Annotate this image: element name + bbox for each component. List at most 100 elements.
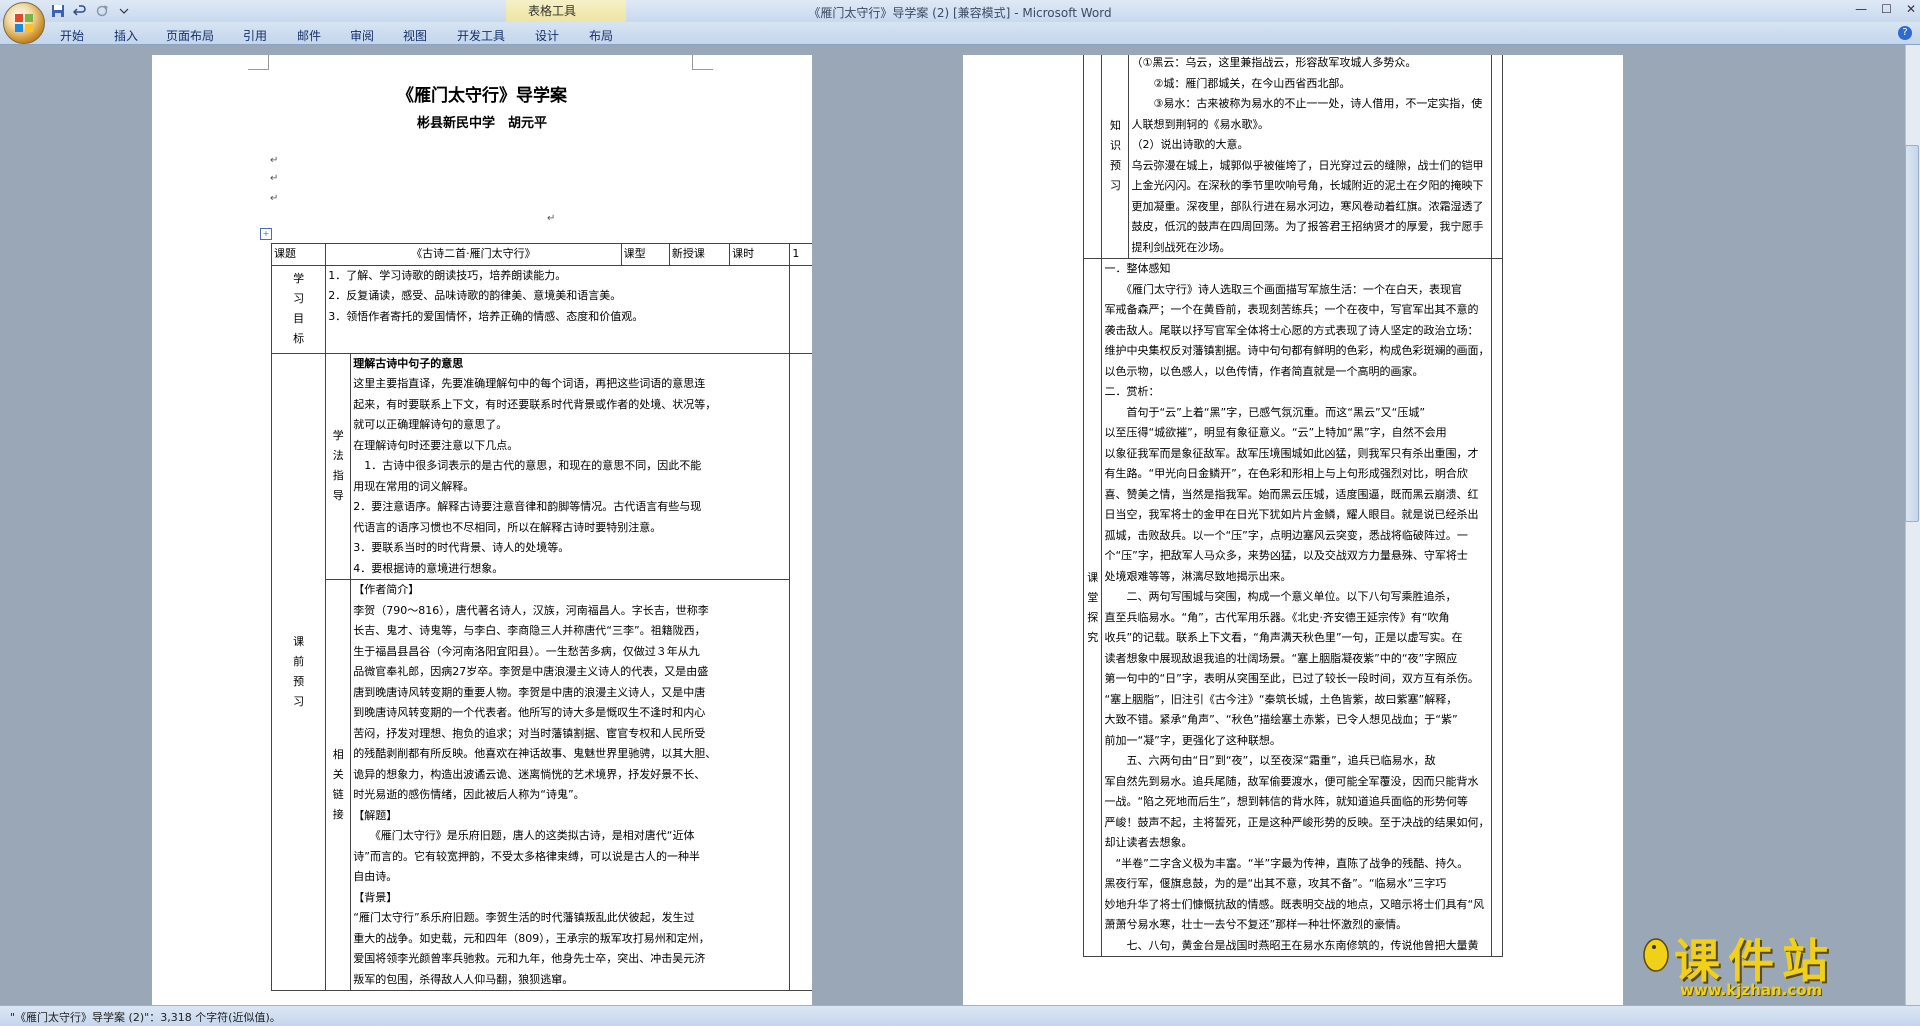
preview-label-char: 课	[293, 634, 305, 648]
tab-home[interactable]: 开始	[60, 27, 84, 44]
explore-line: 二、两句写围城与突围，构成一个意义单位。以下八句写乘胜追杀，	[1104, 590, 1457, 603]
link-line: 苦闷，抒发对理想、抱负的追求；对当时藩镇割据、宦官专权和人民所受	[353, 726, 706, 740]
author-line: 彬县新民中学 胡元平	[416, 116, 547, 131]
preview-label-char: 预	[293, 674, 305, 688]
goals-content: 1．了解、学习诗歌的朗读技巧，培养朗读能力。 2．反复诵读，感受、品味诗歌的韵律…	[325, 264, 791, 354]
quick-access-toolbar	[50, 3, 132, 19]
explore-line: 个“压”字，把敌军人马众多，来势凶猛，以及交战双方力量悬殊、守军将士	[1104, 549, 1468, 562]
link-line: 诡异的想象力，构造出波谲云诡、迷离惝恍的艺术境界，抒发好景不长、	[353, 767, 706, 781]
window-title: 《雁门太守行》导学案 (2) [兼容模式] - Microsoft Word	[808, 6, 1112, 20]
explore-line: 以至压得“城欲摧”，明显有象征意义。“云”上特加“黑”字，自然不会用	[1104, 426, 1447, 439]
explore-line: 军自然先到易水。追兵尾随，敌军偷要渡水，便可能全军覆没，因而只能背水	[1104, 774, 1479, 788]
link-line: 的残酷剥削都有所反映。他喜欢在神话故事、鬼魅世界里驰骋，以其大胆、	[353, 747, 717, 760]
method-label: 学 法 指 导	[326, 353, 352, 579]
tab-references[interactable]: 引用	[243, 27, 267, 44]
explore-label-char: 探	[1087, 610, 1099, 624]
save-icon[interactable]	[50, 3, 66, 19]
office-logo-icon	[15, 14, 33, 32]
explore-label-char: 课	[1087, 570, 1099, 584]
office-button[interactable]	[3, 2, 45, 44]
undo-icon[interactable]	[72, 3, 88, 19]
knowledge-line: 更加凝重。深夜里，部队行进在易水河边，寒风卷动着红旗。浓霜湿透了	[1131, 199, 1484, 213]
knowledge-content: （①黑云：乌云，这里兼指战云，形容敌军攻城人多势众。 ②城：雁门郡城关，在今山西…	[1128, 55, 1493, 259]
preview-label-char: 习	[293, 694, 305, 708]
tab-mailings[interactable]: 邮件	[297, 27, 321, 44]
explore-label: 课 堂 探 究	[1082, 258, 1103, 957]
tab-review[interactable]: 审阅	[350, 27, 374, 44]
explore-line: 大致不错。紧承“角声”、“秋色”描绘塞土赤紫，已令人想见战血；于“紫”	[1104, 713, 1458, 726]
tab-page-layout[interactable]: 页面布局	[166, 27, 214, 44]
goals-label-char: 目	[293, 312, 305, 325]
explore-line: 一战。“陷之死地而后生”，想到韩信的背水阵，就知道追兵面临的形势何等	[1104, 795, 1468, 808]
scrollbar-thumb[interactable]	[1905, 145, 1919, 522]
explore-line: 黑夜行军，偃旗息鼓，为的是“出其不意，攻其不备”。“临易水”三字巧	[1104, 877, 1447, 890]
link-line: 长吉、鬼才、诗鬼等，与李白、李商隐三人并称唐代“三李”。祖籍陇西，	[353, 624, 706, 637]
link-line: 诗”而言的。它有较宽押韵，不受太多格律束缚，可以说是古人的一种半	[353, 849, 700, 863]
link-line: 重大的战争。如史载，元和四年（809），王承宗的叛军攻打易州和定州，	[353, 931, 710, 945]
help-icon[interactable]: ?	[1898, 26, 1912, 40]
table-move-handle[interactable]: +	[260, 228, 272, 240]
document-workspace: 《雁门太守行》导学案 彬县新民中学 胡元平 ↵ ↵ ↵ ↵ + 课题 《古诗二首…	[0, 45, 1906, 1005]
goals-label-char: 习	[293, 292, 305, 305]
empty-cell	[789, 264, 812, 354]
preview-label: 课 前 预 习	[270, 352, 327, 991]
explore-content: 一．整体感知 《雁门太守行》诗人选取三个画面描写军旅生活：一个在白天，表现官 军…	[1101, 258, 1493, 957]
knowledge-line: 鼓皮，低沉的鼓声在四周回荡。为了报答君王招纳贤才的厚爱，我宁愿手	[1131, 220, 1484, 233]
tab-view[interactable]: 视图	[403, 27, 427, 44]
explore-line: 以象征我军而是象征敌军。敌军压境围城如此凶猛，则我军只有杀出重围，才	[1104, 446, 1479, 460]
method-line: 2．要注意语序。解释古诗要注意音律和韵脚等情况。古代语言有些与现	[353, 500, 702, 513]
title-bar: 《雁门太守行》导学案 (2) [兼容模式] - Microsoft Word 表…	[0, 0, 1920, 36]
link-cell: 相 关 链 接 【作者简介】 李贺（790～816），唐代著名诗人，汉族，河南福…	[325, 579, 791, 991]
paragraph-mark: ↵	[547, 213, 556, 224]
paragraph-mark: ↵	[270, 173, 279, 184]
link-line: 自由诗。	[353, 870, 398, 883]
method-cell: 学 法 指 导 理解古诗中句子的意思 这里主要指直译，先要准确理解句中的每个词语…	[325, 352, 791, 580]
explore-line: 喜、赞美之情，当然是指我军。始而黑云压城，适度围逼，既而黑云崩溃、红	[1104, 487, 1479, 501]
method-content: 理解古诗中句子的意思 这里主要指直译，先要准确理解句中的每个词语，再把这些词语的…	[351, 354, 790, 580]
tab-developer[interactable]: 开发工具	[457, 27, 505, 44]
method-line: 在理解诗句时还要注意以下几点。	[353, 438, 519, 452]
link-content: 【作者简介】 李贺（790～816），唐代著名诗人，汉族，河南福昌人。字长吉，世…	[351, 580, 790, 990]
explore-line: 处境艰难等等，淋漓尽致地揭示出来。	[1104, 569, 1292, 583]
goal-item: 3．领悟作者寄托的爱国情怀，培养正确的情感、态度和价值观。	[328, 309, 644, 323]
close-icon[interactable]: ✕	[1906, 2, 1916, 16]
redo-icon[interactable]	[94, 3, 110, 19]
explore-line: 直至兵临易水。“角”，古代军用乐器。《北史·齐安德王延宗传》有“吹角	[1104, 610, 1450, 624]
explore-line: 妙地升华了将士们慷慨抗敌的情感。既表明交战的地点，又暗示将士们具有“风	[1104, 897, 1485, 911]
link-label: 相 关 链 接	[326, 580, 352, 990]
page-1: 《雁门太守行》导学案 彬县新民中学 胡元平 ↵ ↵ ↵ ↵ + 课题 《古诗二首…	[152, 55, 812, 1005]
vertical-scrollbar[interactable]	[1905, 45, 1920, 1005]
word-count-status[interactable]: "《雁门太守行》导学案 (2)"：3,318 个字符(近似值)。	[10, 1009, 281, 1025]
knowledge-line: （2）说出诗歌的大意。	[1131, 138, 1249, 151]
method-line: 用现在常用的词义解释。	[353, 479, 475, 493]
margin-marker	[248, 55, 269, 70]
tab-layout[interactable]: 布局	[589, 27, 613, 44]
link-line: 【作者简介】	[353, 583, 420, 596]
knowledge-table: 知 识 预 习 （①黑云：乌云，这里兼指战云，形容敌军攻城人多势众。 ②城：雁门…	[1082, 55, 1503, 957]
explore-line: 前加一“凝”字，更强化了这种联想。	[1104, 733, 1281, 747]
explore-line: “半卷”二字含义极为丰富。“半”字最为传神，直陈了战争的残酷、持久。	[1104, 856, 1469, 870]
maximize-icon[interactable]: ☐	[1881, 2, 1892, 16]
explore-line: 七、八句，黄金台是战国时燕昭王在易水东南修筑的，传说他曾把大量黄	[1104, 938, 1479, 952]
tab-design[interactable]: 设计	[535, 27, 559, 44]
knowledge-line: （①黑云：乌云，这里兼指战云，形容敌军攻城人多势众。	[1131, 56, 1417, 69]
method-label-char: 导	[332, 489, 344, 503]
chevron-down-icon[interactable]	[116, 3, 132, 19]
empty-cell	[789, 352, 812, 991]
explore-line: 第一句中的“日”字，表明从突围至此，已过了较长一段时间，双方互有杀伤。	[1104, 672, 1479, 685]
link-line: 生于福昌县昌谷（今河南洛阳宜阳县）。一生愁苦多病，仅做过３年从九	[353, 644, 700, 658]
method-line: 就可以正确理解诗句的意思了。	[353, 418, 508, 431]
tab-insert[interactable]: 插入	[114, 27, 138, 44]
knowledge-label-char: 习	[1109, 178, 1121, 192]
link-line: 时光易逝的感伤情绪，因此被后人称为“诗鬼”。	[353, 788, 585, 801]
document-name: 《雁门太守行》导学案 (2) [兼容模式]	[808, 6, 1011, 20]
minimize-icon[interactable]: —	[1855, 2, 1867, 16]
explore-line: 一．整体感知	[1104, 262, 1171, 275]
explore-line: 以色示物，以色感人，以色传情，作者简直就是一个高明的画家。	[1104, 364, 1424, 378]
method-label-char: 指	[332, 469, 344, 483]
knowledge-line: ③易水：古来被称为易水的不止一一处，诗人借用，不一定实指，使	[1131, 97, 1483, 110]
knowledge-line: 上金光闪闪。在深秋的季节里吹响号角，长城附近的泥土在夕阳的掩映下	[1131, 179, 1484, 192]
link-line: 《雁门太守行》是乐府旧题，唐人的这类拟古诗，是相对唐代“近体	[353, 829, 695, 842]
explore-line: 《雁门太守行》诗人选取三个画面描写军旅生活：一个在白天，表现官	[1104, 282, 1462, 296]
goals-label-char: 学	[293, 272, 305, 285]
